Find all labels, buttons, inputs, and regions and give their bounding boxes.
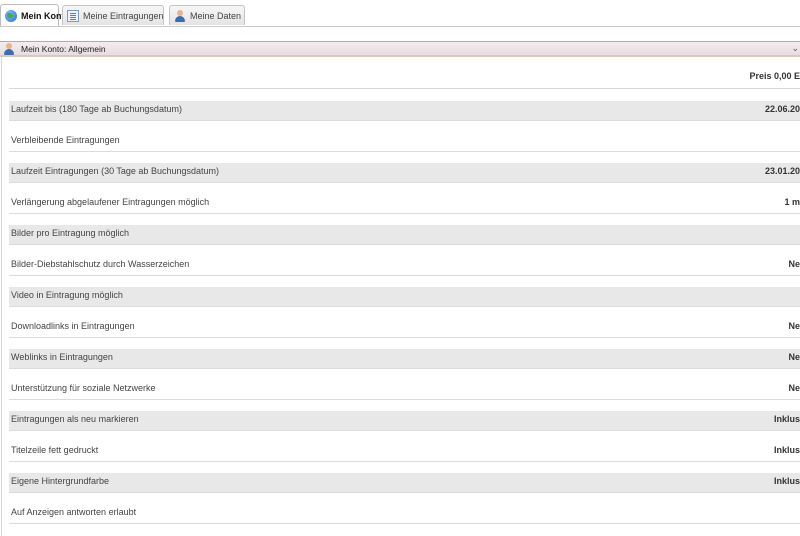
row-value: 22.06.20 bbox=[764, 104, 800, 114]
tab-label: Meine Daten bbox=[190, 10, 242, 21]
tab-bar: Mein Konto Meine Eintragungen Meine Date… bbox=[0, 0, 800, 27]
table-row: Video in Eintragung möglich bbox=[9, 287, 800, 307]
row-label: Laufzeit Eintragungen (30 Tage ab Buchun… bbox=[11, 166, 219, 176]
user-icon bbox=[3, 42, 15, 55]
row-value: 1 m bbox=[784, 197, 800, 207]
row-label: Eintragungen als neu markieren bbox=[11, 414, 139, 424]
row-label: Verbleibende Eintragungen bbox=[11, 135, 120, 145]
row-label: Laufzeit bis (180 Tage ab Buchungsdatum) bbox=[11, 104, 182, 114]
row-value: Inklus bbox=[773, 414, 800, 424]
tab-meine-daten[interactable]: Meine Daten bbox=[169, 5, 245, 25]
table-row: Titelzeile fett gedruckt Inklus bbox=[9, 442, 800, 462]
row-label: Unterstützung für soziale Netzwerke bbox=[11, 383, 156, 393]
table-row: Bilder pro Eintragung möglich bbox=[9, 225, 800, 245]
person-icon bbox=[174, 9, 186, 22]
row-label: Downloadlinks in Eintragungen bbox=[11, 321, 135, 331]
row-label: Bilder pro Eintragung möglich bbox=[11, 228, 130, 238]
table-row: Bilder-Diebstahlschutz durch Wasserzeich… bbox=[9, 256, 800, 276]
chevron-down-icon[interactable]: ⌄ bbox=[791, 43, 799, 54]
globe-icon bbox=[5, 9, 17, 22]
row-value: Inklus bbox=[773, 476, 800, 486]
row-label: Video in Eintragung möglich bbox=[11, 290, 123, 300]
row-label: Weblinks in Eintragungen bbox=[11, 352, 113, 362]
row-label: Auf Anzeigen antworten erlaubt bbox=[11, 507, 137, 517]
tab-mein-konto[interactable]: Mein Konto bbox=[0, 4, 70, 26]
table-row: Laufzeit bis (180 Tage ab Buchungsdatum)… bbox=[9, 101, 800, 121]
table-row: Verbleibende Eintragungen bbox=[9, 132, 800, 152]
row-value: 23.01.20 bbox=[764, 166, 800, 176]
list-icon bbox=[67, 9, 79, 22]
table-row: Verlängerung abgelaufener Eintragungen m… bbox=[9, 194, 800, 214]
row-label: Verlängerung abgelaufener Eintragungen m… bbox=[11, 197, 210, 207]
divider bbox=[9, 88, 800, 89]
tab-label: Meine Eintragungen bbox=[83, 10, 164, 21]
row-value: Ne bbox=[788, 352, 800, 362]
panel-title: Mein Konto: Allgemein bbox=[21, 43, 106, 54]
row-value: Inklus bbox=[773, 445, 800, 455]
table-row: Eigene Hintergrundfarbe Inklus bbox=[9, 473, 800, 493]
table-row: Unterstützung für soziale Netzwerke Ne bbox=[9, 380, 800, 400]
row-value: Ne bbox=[788, 259, 800, 269]
table-row: Weblinks in Eintragungen Ne bbox=[9, 349, 800, 369]
table-row: Laufzeit Eintragungen (30 Tage ab Buchun… bbox=[9, 163, 800, 183]
table-row: Eintragungen als neu markieren Inklus bbox=[9, 411, 800, 431]
row-value: Ne bbox=[788, 321, 800, 331]
tab-meine-eintragungen[interactable]: Meine Eintragungen bbox=[62, 5, 164, 25]
table-row: Auf Anzeigen antworten erlaubt bbox=[9, 504, 800, 524]
panel-header: Mein Konto: Allgemein ⌄ bbox=[0, 41, 800, 57]
row-value: Ne bbox=[788, 383, 800, 393]
row-label: Bilder-Diebstahlschutz durch Wasserzeich… bbox=[11, 259, 190, 269]
row-label: Eigene Hintergrundfarbe bbox=[11, 476, 110, 486]
row-label: Titelzeile fett gedruckt bbox=[11, 445, 99, 455]
table-row: Downloadlinks in Eintragungen Ne bbox=[9, 318, 800, 338]
price-summary: Preis 0,00 E bbox=[749, 71, 800, 81]
